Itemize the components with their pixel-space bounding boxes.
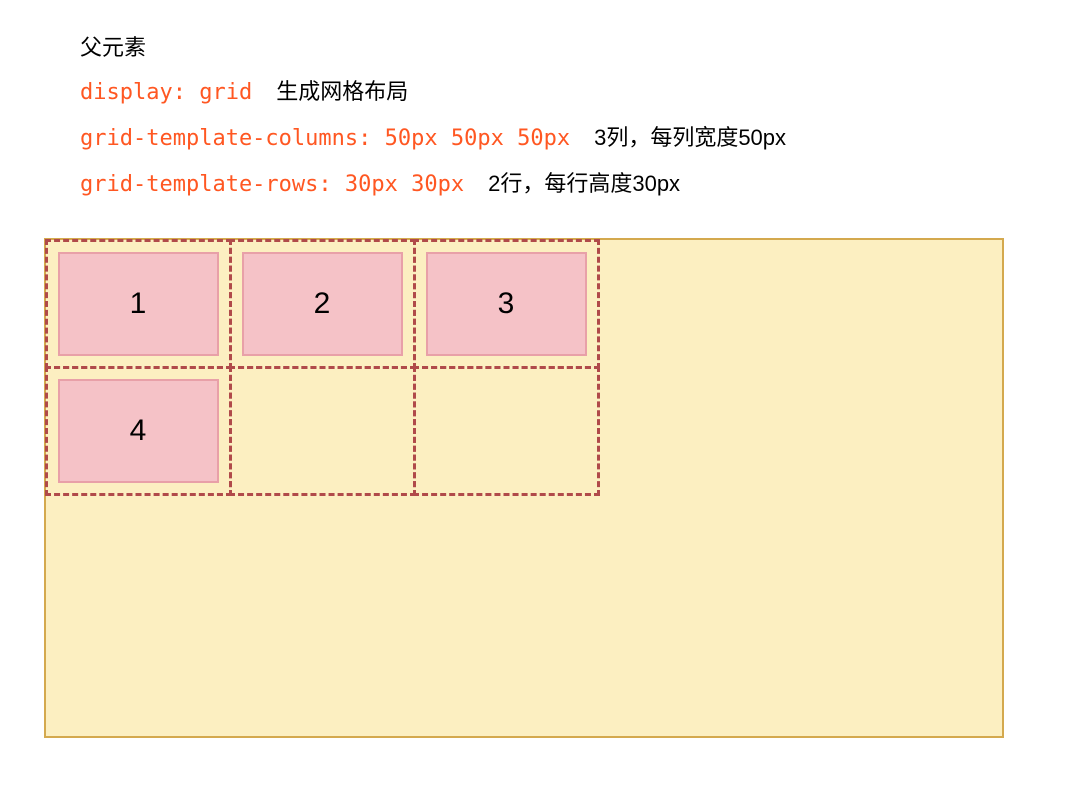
code-text: grid-template-rows: 30px 30px: [80, 172, 464, 197]
grid-cell-empty: [413, 366, 600, 496]
grid-child-1: 1: [58, 252, 219, 356]
grid-cell-empty: [229, 366, 416, 496]
grid-child-4: 4: [58, 379, 219, 483]
code-line-display: display: grid 生成网格布局: [80, 74, 1062, 106]
grid-overlay: 1 2 3 4: [46, 240, 598, 494]
code-description: 3列，每列宽度50px: [594, 120, 786, 152]
grid-cell: 4: [45, 366, 232, 496]
code-text: display: grid: [80, 80, 252, 105]
code-description: 2行，每行高度30px: [488, 166, 680, 198]
grid-container: 1 2 3 4: [44, 238, 1004, 738]
grid-diagram: 1 2 3 4: [44, 238, 1062, 738]
grid-child-2: 2: [242, 252, 403, 356]
grid-cell: 3: [413, 239, 600, 369]
parent-element-heading: 父元素: [80, 30, 1062, 62]
code-line-rows: grid-template-rows: 30px 30px 2行，每行高度30p…: [80, 166, 1062, 198]
grid-cell: 2: [229, 239, 416, 369]
grid-child-3: 3: [426, 252, 587, 356]
diagram-content: 父元素 display: grid 生成网格布局 grid-template-c…: [20, 20, 1062, 738]
grid-cell: 1: [45, 239, 232, 369]
code-text: grid-template-columns: 50px 50px 50px: [80, 126, 570, 151]
code-line-columns: grid-template-columns: 50px 50px 50px 3列…: [80, 120, 1062, 152]
code-description: 生成网格布局: [276, 74, 408, 106]
